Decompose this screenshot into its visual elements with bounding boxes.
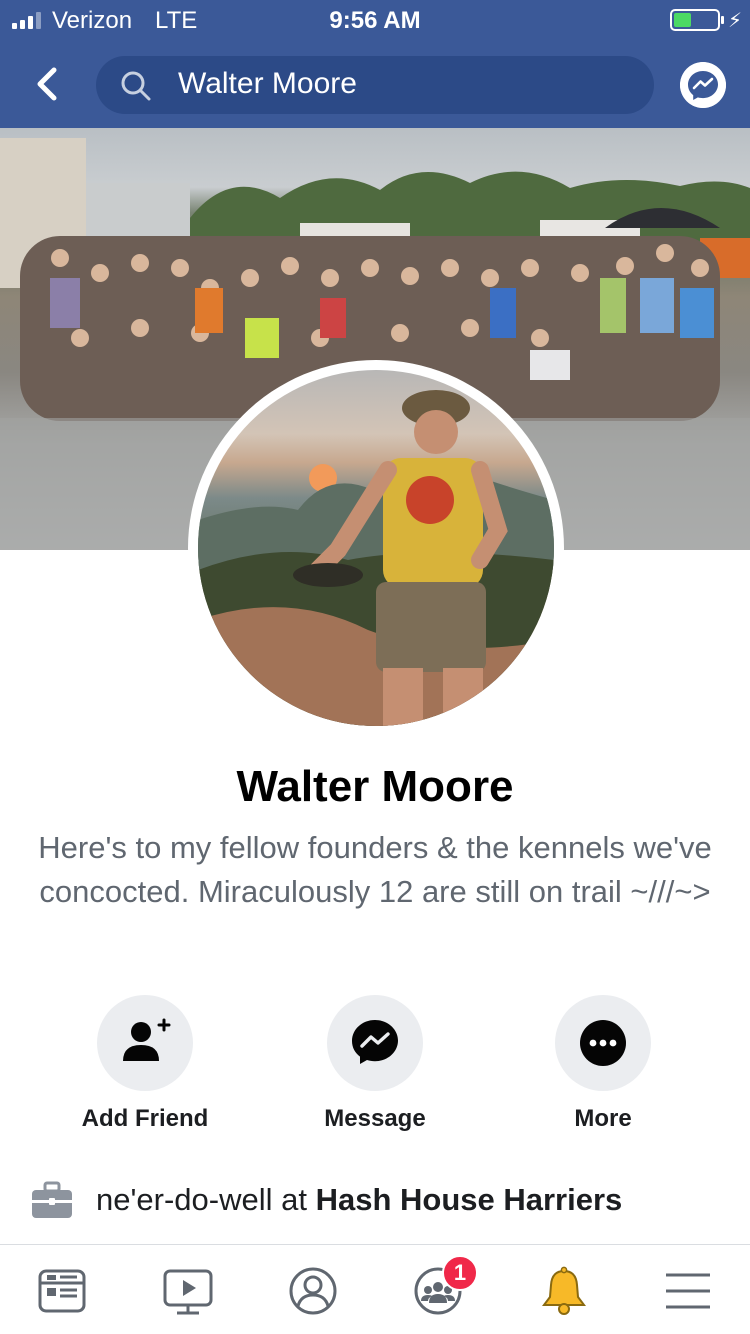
chevron-left-icon[interactable] [28, 64, 68, 104]
add-friend-icon [123, 1018, 171, 1061]
profile-name: Walter Moore [236, 762, 514, 811]
groups-notification-badge: 1 [442, 1255, 478, 1291]
briefcase-icon [32, 1181, 72, 1218]
add-friend-circle[interactable] [97, 995, 193, 1091]
work-employer[interactable]: Hash House Harriers [316, 1182, 623, 1217]
nav-bar: Walter Moore [0, 40, 750, 128]
watch-icon[interactable] [160, 1263, 216, 1319]
message-label[interactable]: Message [275, 1105, 475, 1133]
message-button[interactable]: Message [275, 995, 475, 1133]
work-text: ne'er-do-well at Hash House Harriers [96, 1182, 622, 1218]
search-icon [121, 71, 151, 101]
work-info-row: ne'er-do-well at Hash House Harriers [0, 1172, 750, 1232]
more-icon [580, 1020, 626, 1066]
menu-icon[interactable] [660, 1263, 716, 1319]
work-role: ne'er-do-well at [96, 1182, 316, 1217]
bell-icon[interactable] [536, 1263, 592, 1319]
add-friend-label[interactable]: Add Friend [45, 1105, 245, 1133]
profile-bio: Here's to my fellow founders & the kenne… [38, 830, 712, 909]
profile-icon[interactable] [285, 1263, 341, 1319]
profile-page: Verizon LTE 9:56 AM ⚡ Walter Moore Walte… [0, 0, 750, 1334]
profile-picture[interactable] [188, 360, 564, 736]
messenger-icon[interactable] [680, 62, 726, 108]
more-circle[interactable] [555, 995, 651, 1091]
clock: 9:56 AM [329, 7, 421, 34]
more-button[interactable]: More [503, 995, 703, 1133]
news-feed-icon[interactable] [34, 1263, 90, 1319]
search-bar[interactable]: Walter Moore [96, 56, 654, 114]
search-input[interactable]: Walter Moore [178, 67, 357, 101]
bolt-icon: ⚡ [728, 10, 743, 32]
add-friend-button[interactable]: Add Friend [45, 995, 245, 1133]
message-circle[interactable] [327, 995, 423, 1091]
more-label[interactable]: More [503, 1105, 703, 1133]
status-bar: Verizon LTE 9:56 AM ⚡ [0, 0, 750, 40]
battery-icon [670, 9, 720, 31]
messenger-icon [352, 1020, 398, 1064]
bottom-tab-bar: 1 [0, 1244, 750, 1334]
battery-level [674, 13, 691, 27]
profile-photo-art [198, 390, 554, 726]
profile-picture-image [198, 370, 554, 726]
battery-tip [721, 16, 724, 24]
